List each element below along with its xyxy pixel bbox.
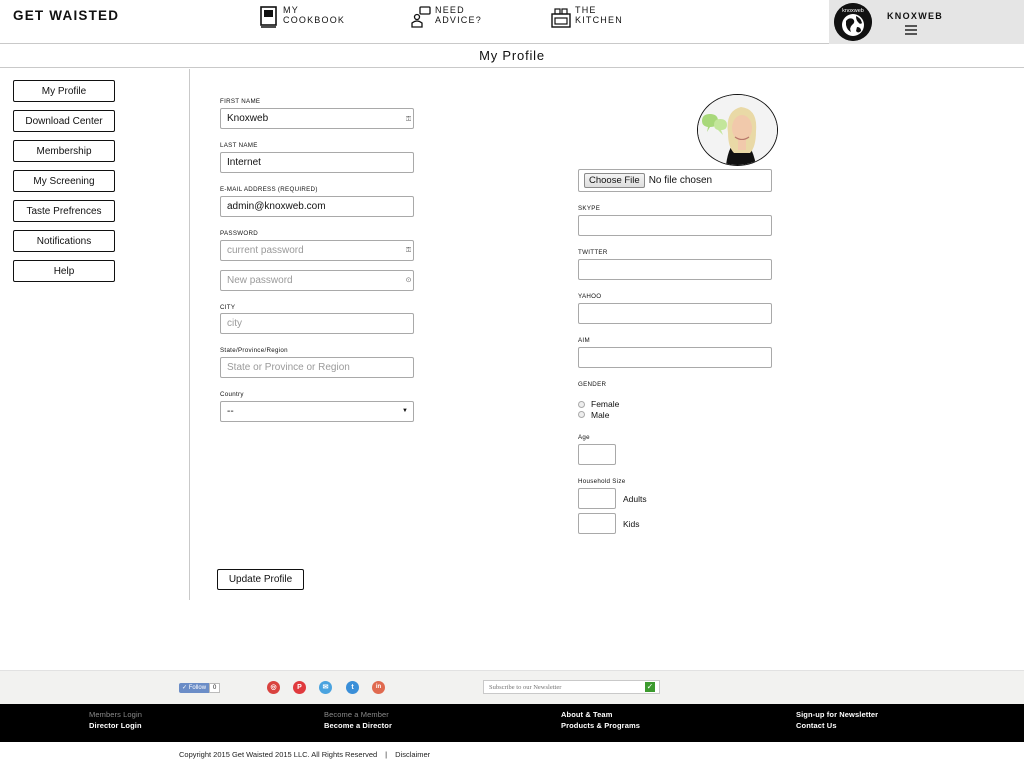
last-name-label: LAST NAME [220, 142, 258, 149]
skype-label: SKYPE [578, 205, 601, 212]
sidebar-item-my-profile[interactable]: My Profile [13, 80, 115, 102]
twitter-field[interactable] [578, 259, 772, 280]
nav-need-advice[interactable]: NEED ADVICE? [411, 5, 482, 28]
newsletter-form: ✓ [483, 680, 660, 694]
disclaimer-link[interactable]: Disclaimer [395, 750, 430, 759]
age-field[interactable] [578, 444, 616, 465]
yahoo-field[interactable] [578, 303, 772, 324]
advice-icon [411, 6, 431, 28]
dropdown-caret-icon: ▼ [402, 408, 408, 414]
globe-icon: knoxweb [834, 3, 872, 41]
password-label: PASSWORD [220, 230, 259, 237]
content-divider [189, 69, 190, 600]
sidebar-item-taste-preferences[interactable]: Taste Prefrences [13, 200, 115, 222]
new-password-field[interactable] [220, 270, 414, 291]
follow-count: 0 [209, 683, 221, 693]
gender-label: GENDER [578, 381, 607, 388]
twitter-icon[interactable]: t [346, 681, 359, 694]
country-label: Country [220, 391, 244, 398]
become-member-link[interactable]: Become a Member [324, 710, 389, 719]
age-label: Age [578, 434, 590, 441]
cookbook-icon [260, 6, 277, 28]
user-menu[interactable]: knoxweb KNOXWEB [829, 0, 1024, 44]
skype-field[interactable] [578, 215, 772, 236]
top-header: GET WAISTED MY COOKBOOK NEED ADVICE? THE KI… [0, 0, 1024, 44]
city-field[interactable] [220, 313, 414, 334]
yahoo-label: YAHOO [578, 293, 602, 300]
aim-label: AIM [578, 337, 590, 344]
linkedin-icon[interactable]: in [372, 681, 385, 694]
country-select[interactable]: -- ▼ [220, 401, 414, 422]
state-field[interactable] [220, 357, 414, 378]
user-avatar[interactable]: knoxweb [834, 3, 872, 41]
autofill-key-icon[interactable]: ⚿ [404, 115, 413, 124]
hamburger-menu-icon[interactable] [905, 25, 917, 37]
autofill-key-icon[interactable]: ⚿ [404, 246, 413, 255]
copyright-text: Copyright 2015 Get Waisted 2015 LLC. All… [179, 750, 378, 759]
page-title: My Profile [479, 48, 545, 63]
sidebar-item-download-center[interactable]: Download Center [13, 110, 115, 132]
household-adults-field[interactable] [578, 488, 616, 509]
current-password-field[interactable] [220, 240, 414, 261]
become-director-link[interactable]: Become a Director [324, 721, 392, 730]
page-title-bar: My Profile [0, 44, 1024, 68]
profile-photo [697, 94, 778, 166]
city-label: CITY [220, 304, 236, 311]
email-field[interactable] [220, 196, 414, 217]
household-adults-label: Adults [623, 494, 647, 504]
copyright-line: Copyright 2015 Get Waisted 2015 LLC. All… [179, 750, 431, 759]
instagram-icon[interactable]: ◎ [267, 681, 280, 694]
gender-female-label: Female [591, 399, 620, 409]
brand-logo[interactable]: GET WAISTED [13, 8, 119, 23]
follow-button[interactable]: ✓ Follow 0 [179, 683, 221, 693]
photo-upload: Choose File No file chosen [578, 169, 772, 192]
household-kids-field[interactable] [578, 513, 616, 534]
sidebar-item-notifications[interactable]: Notifications [13, 230, 115, 252]
choose-file-button[interactable]: Choose File [584, 173, 645, 188]
svg-text:knoxweb: knoxweb [842, 8, 864, 14]
household-kids-label: Kids [623, 519, 640, 529]
nav-the-kitchen[interactable]: THE KITCHEN [551, 5, 623, 28]
sidebar-item-membership[interactable]: Membership [13, 140, 115, 162]
nav-my-cookbook[interactable]: MY COOKBOOK [259, 5, 345, 28]
signup-newsletter-link[interactable]: Sign-up for Newsletter [796, 710, 878, 719]
sidebar-item-help[interactable]: Help [13, 260, 115, 282]
pinterest-icon[interactable]: P [293, 681, 306, 694]
aim-field[interactable] [578, 347, 772, 368]
footer-links: Members Login Director Login Become a Me… [0, 704, 1024, 742]
members-login-link[interactable]: Members Login [89, 710, 142, 719]
email-label: E-MAIL ADDRESS (REQUIRED) [220, 186, 318, 193]
last-name-field[interactable] [220, 152, 414, 173]
twitter-label: TWITTER [578, 249, 608, 256]
about-team-link[interactable]: About & Team [561, 710, 612, 719]
file-status-text: No file chosen [648, 175, 713, 186]
products-programs-link[interactable]: Products & Programs [561, 721, 640, 730]
state-label: State/Province/Region [220, 347, 288, 354]
kitchen-icon [551, 8, 571, 28]
gender-male-radio[interactable] [578, 411, 585, 418]
email-icon[interactable]: ✉ [319, 681, 332, 694]
user-name[interactable]: KNOXWEB [887, 11, 943, 21]
director-login-link[interactable]: Director Login [89, 721, 142, 730]
gender-female-radio[interactable] [578, 401, 585, 408]
contact-us-link[interactable]: Contact Us [796, 721, 837, 730]
newsletter-submit-check-icon[interactable]: ✓ [645, 682, 655, 692]
show-password-icon[interactable]: ⊙ [404, 276, 413, 285]
newsletter-input[interactable] [484, 681, 644, 693]
gender-male-label: Male [591, 410, 610, 420]
first-name-field[interactable] [220, 108, 414, 129]
update-profile-button[interactable]: Update Profile [217, 569, 304, 590]
first-name-label: FIRST NAME [220, 98, 261, 105]
household-size-label: Household Size [578, 478, 626, 485]
sidebar-item-my-screening[interactable]: My Screening [13, 170, 115, 192]
profile-portrait-image [698, 95, 777, 165]
